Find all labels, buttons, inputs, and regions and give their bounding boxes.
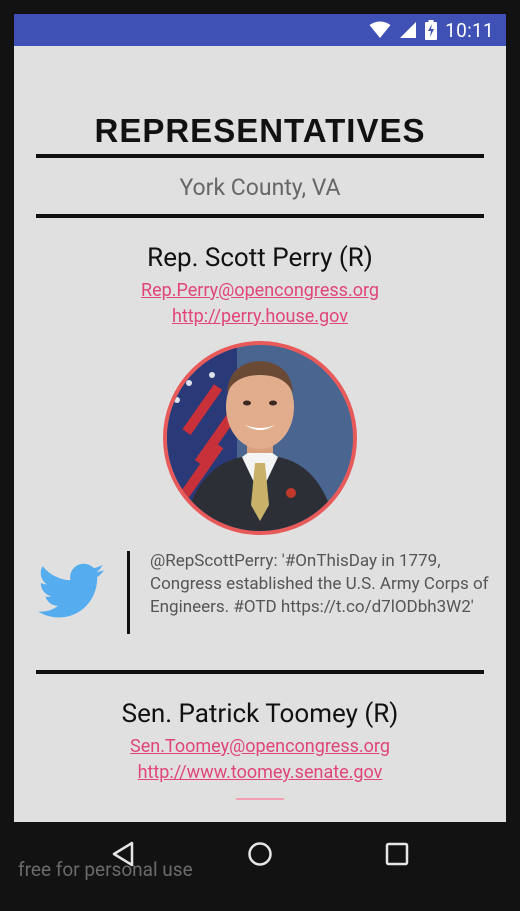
representatives-screen[interactable]: REPRESENTATIVES York County, VA Rep. Sco… xyxy=(14,46,506,822)
latest-tweet[interactable]: @RepScottPerry: '#OnThisDay in 1779, Con… xyxy=(150,550,490,619)
twitter-icon xyxy=(38,563,104,618)
representative-name: Sen. Patrick Toomey (R) xyxy=(121,699,399,729)
location-label: York County, VA xyxy=(179,174,341,201)
tweet-divider xyxy=(127,551,130,634)
photo-border-peek xyxy=(236,798,284,800)
representative-email-link[interactable]: Rep.Perry@opencongress.org xyxy=(14,280,506,301)
battery-icon xyxy=(425,20,438,40)
representative-name: Rep. Scott Perry (R) xyxy=(147,243,373,273)
watermark: free for personal use xyxy=(18,858,193,881)
status-bar: 10:11 xyxy=(14,14,506,46)
page-title: REPRESENTATIVES xyxy=(94,112,426,149)
representative-divider xyxy=(36,670,484,674)
home-icon[interactable] xyxy=(246,840,274,868)
representative-email-link[interactable]: Sen.Toomey@opencongress.org xyxy=(14,736,506,757)
title-divider xyxy=(36,154,484,158)
representative-photo xyxy=(163,341,357,535)
wifi-icon xyxy=(369,21,391,38)
representative-website-link[interactable]: http://perry.house.gov xyxy=(14,306,506,327)
status-time: 10:11 xyxy=(445,18,494,42)
signal-icon xyxy=(400,22,417,38)
representative-website-link[interactable]: http://www.toomey.senate.gov xyxy=(14,762,506,783)
location-divider xyxy=(36,214,484,218)
recents-icon[interactable] xyxy=(384,840,410,868)
